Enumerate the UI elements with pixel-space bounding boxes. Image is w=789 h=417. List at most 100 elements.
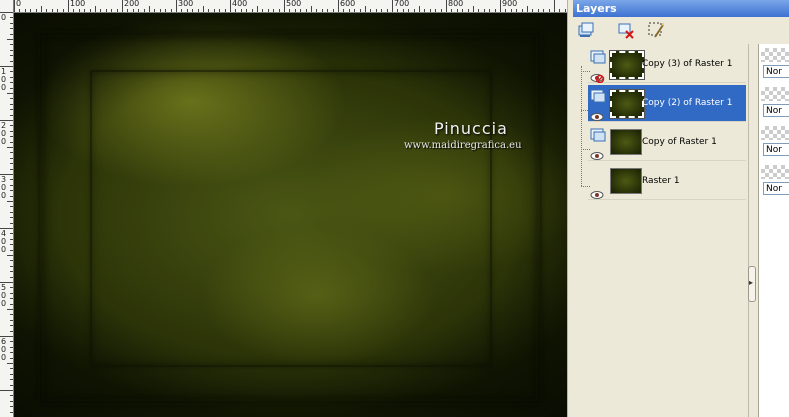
ruler-tick [10,385,13,386]
layer-row[interactable]: Copy of Raster 1 [588,124,746,161]
ruler-tick [10,352,13,353]
ruler-tick [316,9,317,12]
ruler-tick [122,0,123,12]
ruler-tick [10,358,13,359]
ruler-tick [538,9,539,12]
transparency-swatch [761,48,789,62]
ruler-tick [300,9,301,12]
blend-mode-select[interactable]: Nor [763,104,789,117]
ruler-tick [10,142,13,143]
visibility-eye-icon[interactable] [590,185,605,199]
layer-properties-column: Nor Nor Nor Nor [758,44,789,417]
ruler-tick [295,9,296,12]
ruler-tick [376,9,377,12]
ruler-tick [111,9,112,12]
new-raster-layer-icon[interactable] [577,21,595,39]
ruler-tick [10,239,13,240]
ruler-tick [138,9,139,12]
ruler-tick [203,6,204,12]
edit-selection-icon[interactable] [647,21,665,39]
ruler-tick [543,9,544,12]
layers-palette: Layers Copy (3) of Raster 1 Copy (2) of … [573,0,789,417]
ruler-tick [365,6,366,12]
ruler-tick [10,212,13,213]
ruler-tick [10,158,13,159]
ruler-tick [10,287,13,288]
ruler-tick [10,163,13,164]
ruler-tick [10,266,13,267]
ruler-tick [241,9,242,12]
layers-title-bar[interactable]: Layers [573,0,789,17]
transparency-swatch [761,126,789,140]
ruler-tick [10,412,13,413]
visibility-eye-icon[interactable] [590,146,605,160]
layer-row[interactable]: Copy (3) of Raster 1 [588,46,746,84]
ruler-tick [198,9,199,12]
ruler-tick [554,0,555,12]
ruler-tick [10,250,13,251]
ruler-tick [52,9,53,12]
layer-row[interactable]: Raster 1 [588,163,746,200]
ruler-tick [95,6,96,12]
ruler-tick [527,6,528,12]
layer-thumbnail [609,50,645,80]
raster-layer-icon [590,88,606,103]
ruler-tick [10,109,13,110]
blend-mode-select[interactable]: Nor [763,65,789,78]
ruler-tick [10,136,13,137]
ruler-tick [333,9,334,12]
ruler-tick [10,233,13,234]
ruler-tick [419,6,420,12]
ruler-label: 800 [448,0,464,8]
blend-mode-select[interactable]: Nor [763,143,789,156]
ruler-label: 200 [1,121,7,146]
ruler-tick [279,9,280,12]
ruler-tick [522,9,523,12]
ruler-tick [462,9,463,12]
layer-name: Copy (3) of Raster 1 [642,59,733,69]
ruler-tick [7,309,13,310]
ruler-tick [322,9,323,12]
ruler-tick [565,9,566,12]
visibility-eye-icon[interactable] [590,107,605,121]
ruler-tick [10,325,13,326]
layer-name: Copy of Raster 1 [642,137,717,147]
ruler-tick [117,9,118,12]
ruler-tick [10,28,13,29]
ruler-tick [192,9,193,12]
visibility-hidden-icon[interactable] [590,68,605,84]
ruler-tick [257,6,258,12]
ruler-tick [289,9,290,12]
ruler-tick [473,6,474,12]
ruler-tick [176,0,177,12]
ruler-tick [225,9,226,12]
transparency-swatch [761,165,789,179]
ruler-tick [397,9,398,12]
image-canvas[interactable]: Pinuccia www.maidiregrafica.eu [14,13,567,417]
ruler-tick [403,9,404,12]
ruler-label: 600 [340,0,356,8]
ruler-tick [30,9,31,12]
layers-list: Copy (3) of Raster 1 Copy (2) of Raster … [573,44,748,417]
palette-splitter-handle[interactable] [748,266,756,302]
ruler-tick [181,9,182,12]
ruler-tick [484,9,485,12]
blend-mode-select[interactable]: Nor [763,182,789,195]
ruler-tick [354,9,355,12]
delete-layer-icon[interactable] [617,21,635,39]
ruler-tick [10,217,13,218]
ruler-tick [149,6,150,12]
ruler-tick [10,244,13,245]
ruler-tick [187,9,188,12]
ruler-tick [10,347,13,348]
layer-row-selected[interactable]: Copy (2) of Raster 1 [588,85,746,122]
ruler-tick [10,368,13,369]
ruler-tick [7,255,13,256]
ruler-tick [457,9,458,12]
ruler-tick [10,395,13,396]
ruler-tick [10,55,13,56]
ruler-label: 400 [232,0,248,8]
ruler-tick [144,9,145,12]
ruler-tick [273,9,274,12]
ruler-tick [79,9,80,12]
